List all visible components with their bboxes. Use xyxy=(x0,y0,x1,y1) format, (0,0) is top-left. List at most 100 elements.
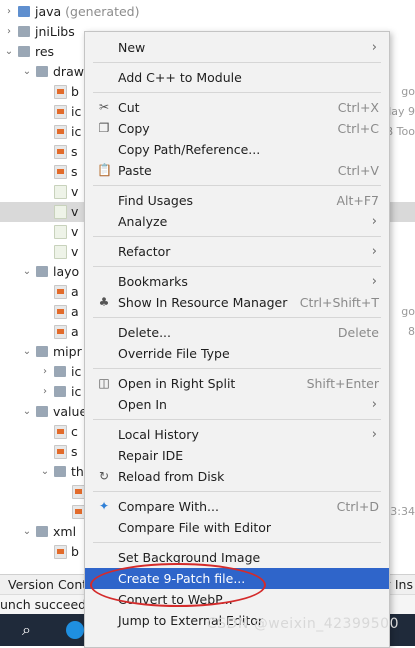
menu-separator xyxy=(93,542,381,543)
tree-row-label: mipr xyxy=(53,342,82,362)
menu-item-paste[interactable]: 📋 Paste Ctrl+V xyxy=(85,160,389,181)
menu-item-cut[interactable]: ✂ Cut Ctrl+X xyxy=(85,97,389,118)
tree-row-name: b xyxy=(71,544,79,559)
tree-row[interactable]: › java (generated) xyxy=(0,2,415,22)
menu-item-label: Analyze xyxy=(118,214,168,229)
tree-row-label: a xyxy=(71,302,79,322)
chevron-right-icon: › xyxy=(371,214,377,229)
menu-separator xyxy=(93,419,381,420)
edge-browser-icon[interactable] xyxy=(66,621,84,639)
menu-item-copy[interactable]: ❐ Copy Ctrl+C xyxy=(85,118,389,139)
chevron-down-icon[interactable]: ⌄ xyxy=(4,42,14,62)
tree-row-label: draw xyxy=(53,62,84,82)
menu-item-label: Copy Path/Reference... xyxy=(118,142,261,157)
tree-row-name: v xyxy=(71,184,79,199)
menu-item-open-in-right-split[interactable]: ◫ Open in Right Split Shift+Enter xyxy=(85,373,389,394)
chevron-down-icon[interactable]: ⌄ xyxy=(22,342,32,362)
tree-row-name: v xyxy=(71,204,79,219)
tree-row-label: s xyxy=(71,142,78,162)
chevron-down-icon[interactable]: ⌄ xyxy=(40,462,50,482)
menu-item-override-file-type[interactable]: Override File Type xyxy=(85,343,389,364)
xml-file-icon xyxy=(54,305,67,319)
xml-file-icon xyxy=(54,105,67,119)
menu-separator xyxy=(93,185,381,186)
tree-row-name: ic xyxy=(71,104,82,119)
xml-file-icon xyxy=(54,285,67,299)
folder-icon xyxy=(36,266,48,277)
folder-icon xyxy=(36,526,48,537)
tree-row-note: go xyxy=(401,85,415,98)
menu-item-label: Repair IDE xyxy=(118,448,184,463)
scissors-icon: ✂ xyxy=(98,100,110,114)
vector-drawable-icon xyxy=(54,185,67,199)
menu-item-set-background-image[interactable]: Set Background Image xyxy=(85,547,389,568)
menu-item-compare-file-with-editor[interactable]: Compare File with Editor xyxy=(85,517,389,538)
tree-row-label: v xyxy=(71,222,78,242)
tree-row-note: 3:34 xyxy=(390,505,415,518)
annotation-circle xyxy=(90,563,266,607)
tree-row-name: th xyxy=(71,464,84,479)
menu-separator xyxy=(93,92,381,93)
menu-separator xyxy=(93,491,381,492)
xml-file-icon xyxy=(54,445,67,459)
chevron-right-icon[interactable]: › xyxy=(4,2,14,22)
menu-item-repair-ide[interactable]: Repair IDE xyxy=(85,445,389,466)
chevron-right-icon[interactable]: › xyxy=(4,22,14,42)
menu-item-label: Bookmarks xyxy=(118,274,188,289)
menu-item-show-in-resource-manager[interactable]: ♣ Show In Resource Manager Ctrl+Shift+T xyxy=(85,292,389,313)
chevron-down-icon[interactable]: ⌄ xyxy=(22,522,32,542)
tree-row-name: ic xyxy=(71,124,82,139)
tree-row-label: s xyxy=(71,442,78,462)
tree-row-name: b xyxy=(71,84,79,99)
menu-item-delete[interactable]: Delete... Delete xyxy=(85,322,389,343)
tree-row-label: b xyxy=(71,542,79,562)
folder-icon xyxy=(18,46,30,57)
chevron-down-icon[interactable]: ⌄ xyxy=(22,262,32,282)
menu-item-find-usages[interactable]: Find Usages Alt+F7 xyxy=(85,190,389,211)
reload-icon: ↻ xyxy=(98,469,110,483)
tree-row-name: a xyxy=(71,324,79,339)
chevron-right-icon: › xyxy=(371,274,377,289)
vector-drawable-icon xyxy=(54,205,67,219)
menu-item-reload-from-disk[interactable]: ↻ Reload from Disk xyxy=(85,466,389,487)
tree-row-note: B Too xyxy=(385,125,415,138)
menu-item-add-c-to-module[interactable]: Add C++ to Module xyxy=(85,67,389,88)
tree-row-label: xml xyxy=(53,522,76,542)
menu-item-new[interactable]: New › xyxy=(85,37,389,58)
tree-row-name: ic xyxy=(71,364,82,379)
menu-item-open-in[interactable]: Open In › xyxy=(85,394,389,415)
tree-row-suffix: (generated) xyxy=(61,4,140,19)
menu-item-label: Override File Type xyxy=(118,346,230,361)
search-icon[interactable]: ⌕ xyxy=(22,620,31,640)
menu-item-copy-path-reference[interactable]: Copy Path/Reference... xyxy=(85,139,389,160)
menu-item-shortcut: Ctrl+D xyxy=(336,499,379,514)
chevron-down-icon[interactable]: ⌄ xyxy=(22,62,32,82)
tree-row-label: jniLibs xyxy=(35,22,75,42)
menu-item-shortcut: Alt+F7 xyxy=(336,193,379,208)
tree-row-label: v xyxy=(71,242,78,262)
folder-icon xyxy=(36,346,48,357)
chevron-right-icon: › xyxy=(371,40,377,55)
tree-row-note: 8 xyxy=(408,325,415,338)
menu-item-label: Refactor xyxy=(118,244,171,259)
chevron-down-icon[interactable]: ⌄ xyxy=(22,402,32,422)
tree-row-name: draw xyxy=(53,64,84,79)
menu-item-label: Add C++ to Module xyxy=(118,70,242,85)
chevron-right-icon[interactable]: › xyxy=(40,362,50,382)
chevron-right-icon: › xyxy=(371,427,377,442)
chevron-right-icon[interactable]: › xyxy=(40,382,50,402)
tree-row-label: v xyxy=(71,202,78,222)
tree-row-name: v xyxy=(71,224,79,239)
menu-item-label: Cut xyxy=(118,100,140,115)
folder-icon xyxy=(18,26,30,37)
menu-item-analyze[interactable]: Analyze › xyxy=(85,211,389,232)
compare-icon: ✦ xyxy=(98,499,110,513)
menu-item-label: Paste xyxy=(118,163,152,178)
tree-row-name: xml xyxy=(53,524,77,539)
menu-item-compare-with[interactable]: ✦ Compare With... Ctrl+D xyxy=(85,496,389,517)
menu-item-bookmarks[interactable]: Bookmarks › xyxy=(85,271,389,292)
menu-item-local-history[interactable]: Local History › xyxy=(85,424,389,445)
folder-icon xyxy=(54,386,66,397)
menu-item-refactor[interactable]: Refactor › xyxy=(85,241,389,262)
menu-item-label: Open In xyxy=(118,397,167,412)
